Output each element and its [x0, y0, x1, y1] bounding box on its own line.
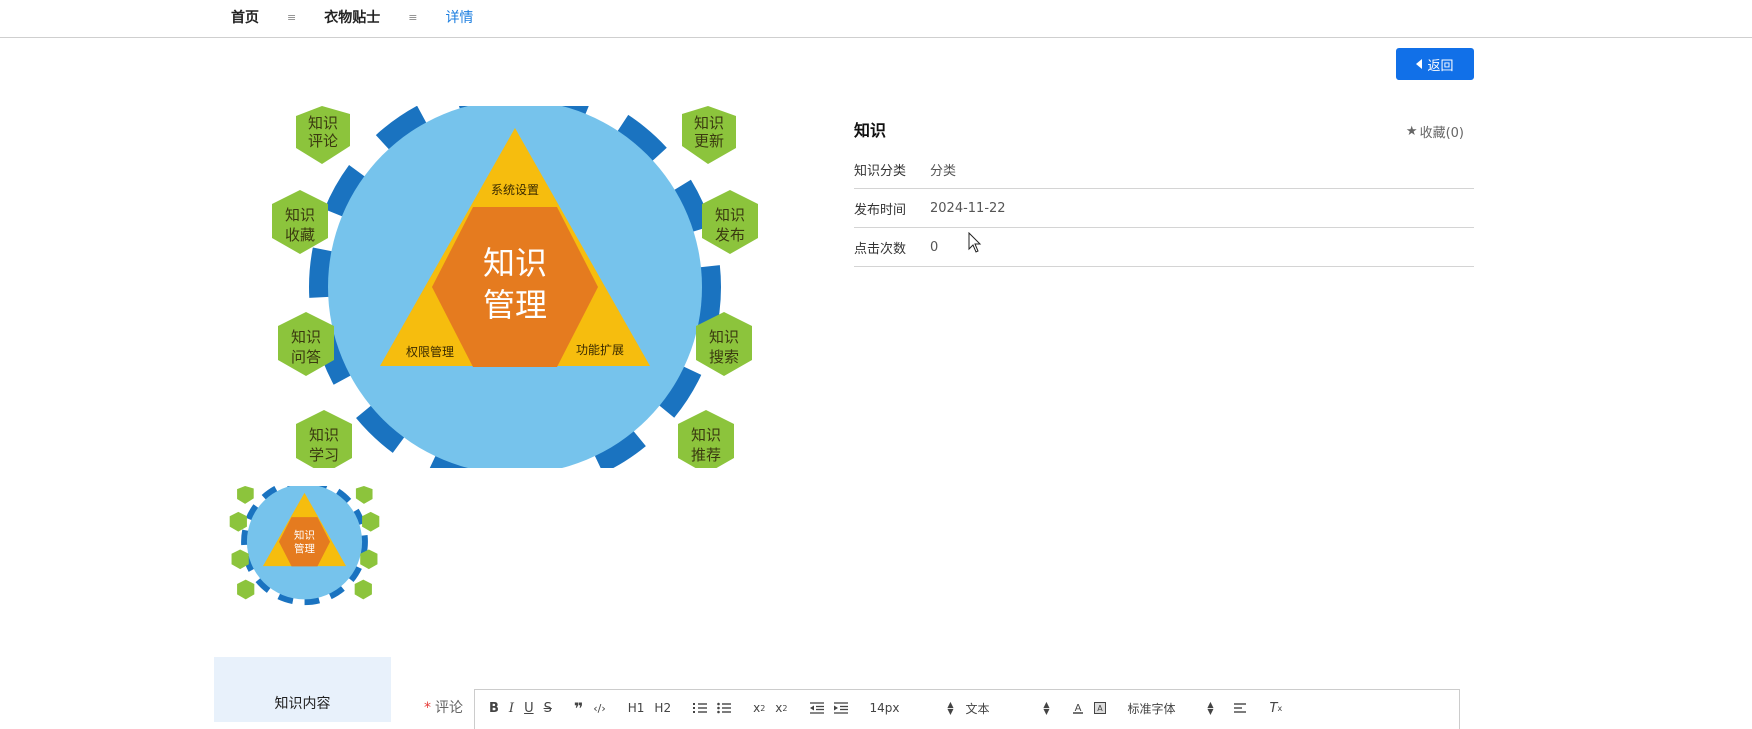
- code-block-icon[interactable]: ‹/›: [593, 699, 606, 717]
- text-style-value: 文本: [965, 701, 990, 716]
- thumb-center-text-line2: 管理: [294, 542, 315, 555]
- image-thumbnail[interactable]: 知识 管理: [226, 486, 383, 616]
- subscript-icon[interactable]: x2: [753, 699, 765, 717]
- comment-label-text: 评论: [435, 700, 463, 716]
- font-size-value: 14px: [869, 701, 900, 715]
- tab-knowledge-content-label: 知识内容: [274, 696, 331, 712]
- triangle-label-extension: 功能扩展: [576, 343, 624, 357]
- center-text-line1: 知识: [483, 244, 547, 282]
- blockquote-icon[interactable]: ❞: [574, 699, 583, 718]
- row-label: 发布时间: [854, 202, 907, 218]
- detail-row-category: 知识分类 分类: [854, 150, 1474, 189]
- favorite-label: 收藏(0): [1419, 126, 1464, 141]
- hex-label: 发布: [715, 226, 745, 244]
- hex-label: 评论: [308, 132, 338, 150]
- comment-editor[interactable]: B I U S ❞ ‹/› H1 H2 x2 x2 14px ▲ ▼ 文本 ▲ ▼ …: [474, 689, 1460, 729]
- font-color-icon[interactable]: A: [1072, 699, 1084, 717]
- hex-label: 知识: [709, 328, 739, 346]
- hex-label: 知识: [694, 114, 724, 132]
- bold-icon[interactable]: B: [489, 699, 499, 717]
- mouse-cursor-icon: [968, 232, 982, 253]
- hex-label: 知识: [308, 114, 338, 132]
- underline-icon[interactable]: U: [524, 699, 534, 717]
- superscript-icon[interactable]: x2: [775, 699, 787, 717]
- center-text-line2: 管理: [483, 286, 547, 324]
- favorite-button[interactable]: ★ 收藏(0): [1406, 122, 1464, 141]
- thumb-center-text-line1: 知识: [294, 528, 315, 541]
- tab-knowledge-content[interactable]: 知识内容: [214, 657, 391, 722]
- row-label: 点击次数: [854, 241, 907, 257]
- hex-label: 推荐: [691, 446, 721, 464]
- font-family-select[interactable]: 标准字体 ▲ ▼: [1128, 700, 1214, 717]
- clear-format-icon[interactable]: Tx: [1270, 699, 1283, 717]
- breadcrumb-separator-icon: ≡: [408, 10, 418, 24]
- hex-label: 更新: [694, 132, 724, 150]
- editor-toolbar: B I U S ❞ ‹/› H1 H2 x2 x2 14px ▲ ▼ 文本 ▲ ▼ …: [489, 698, 1292, 718]
- outdent-icon[interactable]: [809, 699, 824, 717]
- strikethrough-icon[interactable]: S: [544, 699, 552, 717]
- select-arrows-icon: ▲ ▼: [947, 700, 954, 716]
- triangle-label-permission: 权限管理: [406, 344, 454, 359]
- indent-icon[interactable]: [833, 699, 848, 717]
- row-label: 知识分类: [854, 163, 907, 179]
- hex-label: 知识: [715, 206, 745, 224]
- hex-label: 学习: [309, 446, 339, 464]
- required-mark: *: [424, 700, 431, 716]
- star-icon: ★: [1405, 124, 1418, 139]
- detail-title: 知识: [854, 121, 887, 140]
- row-value: 2024-11-22: [930, 200, 1006, 216]
- breadcrumb-detail[interactable]: 详情: [445, 7, 473, 27]
- hex-label: 知识: [691, 426, 721, 444]
- triangle-label-settings: 系统设置: [491, 183, 539, 197]
- align-left-icon[interactable]: [1233, 699, 1248, 717]
- hex-label: 问答: [291, 348, 321, 366]
- hex-label: 收藏: [285, 226, 315, 244]
- knowledge-main-image: 系统设置 权限管理 功能扩展 知识 管理 知识 评论 知识 更新 知识 收藏 知…: [260, 106, 770, 468]
- text-style-select[interactable]: 文本 ▲ ▼: [966, 700, 1050, 717]
- detail-row-publish-time: 发布时间 2024-11-22: [854, 189, 1474, 228]
- back-button-label: 返回: [1427, 58, 1454, 74]
- font-size-select[interactable]: 14px ▲ ▼: [869, 700, 954, 716]
- hex-label: 知识: [291, 328, 321, 346]
- bullet-list-icon[interactable]: [717, 699, 732, 717]
- font-family-value: 标准字体: [1127, 701, 1176, 716]
- breadcrumb-home[interactable]: 首页: [231, 7, 259, 27]
- breadcrumb: 首页 ≡ 衣物贴士 ≡ 详情: [231, 7, 473, 27]
- top-navigation-bar: 首页 ≡ 衣物贴士 ≡ 详情: [0, 0, 1752, 38]
- detail-row-click-count: 点击次数 0: [854, 228, 1474, 267]
- caret-left-icon: [1416, 59, 1423, 69]
- breadcrumb-separator-icon: ≡: [287, 10, 297, 24]
- row-value: 分类: [930, 163, 957, 179]
- breadcrumb-clothing-tips[interactable]: 衣物贴士: [324, 7, 380, 27]
- back-button[interactable]: 返回: [1396, 48, 1474, 80]
- italic-icon[interactable]: I: [509, 699, 514, 717]
- select-arrows-icon: ▲ ▼: [1043, 700, 1050, 716]
- comment-label: * 评论: [424, 697, 463, 717]
- hex-label: 知识: [285, 206, 315, 224]
- ordered-list-icon[interactable]: [693, 699, 708, 717]
- detail-panel: 知识 ★ 收藏(0) 知识分类 分类 发布时间 2024-11-22 点击次数 …: [854, 118, 1474, 267]
- hex-label: 知识: [309, 426, 339, 444]
- row-value: 0: [930, 239, 939, 255]
- select-arrows-icon: ▲ ▼: [1207, 700, 1214, 716]
- header-2-icon[interactable]: H2: [654, 699, 671, 717]
- header-1-icon[interactable]: H1: [628, 699, 645, 717]
- svg-text:A: A: [1097, 704, 1103, 713]
- background-color-icon[interactable]: A: [1093, 699, 1106, 717]
- hex-label: 搜索: [709, 348, 739, 366]
- detail-rows: 知识分类 分类 发布时间 2024-11-22 点击次数 0: [854, 150, 1474, 267]
